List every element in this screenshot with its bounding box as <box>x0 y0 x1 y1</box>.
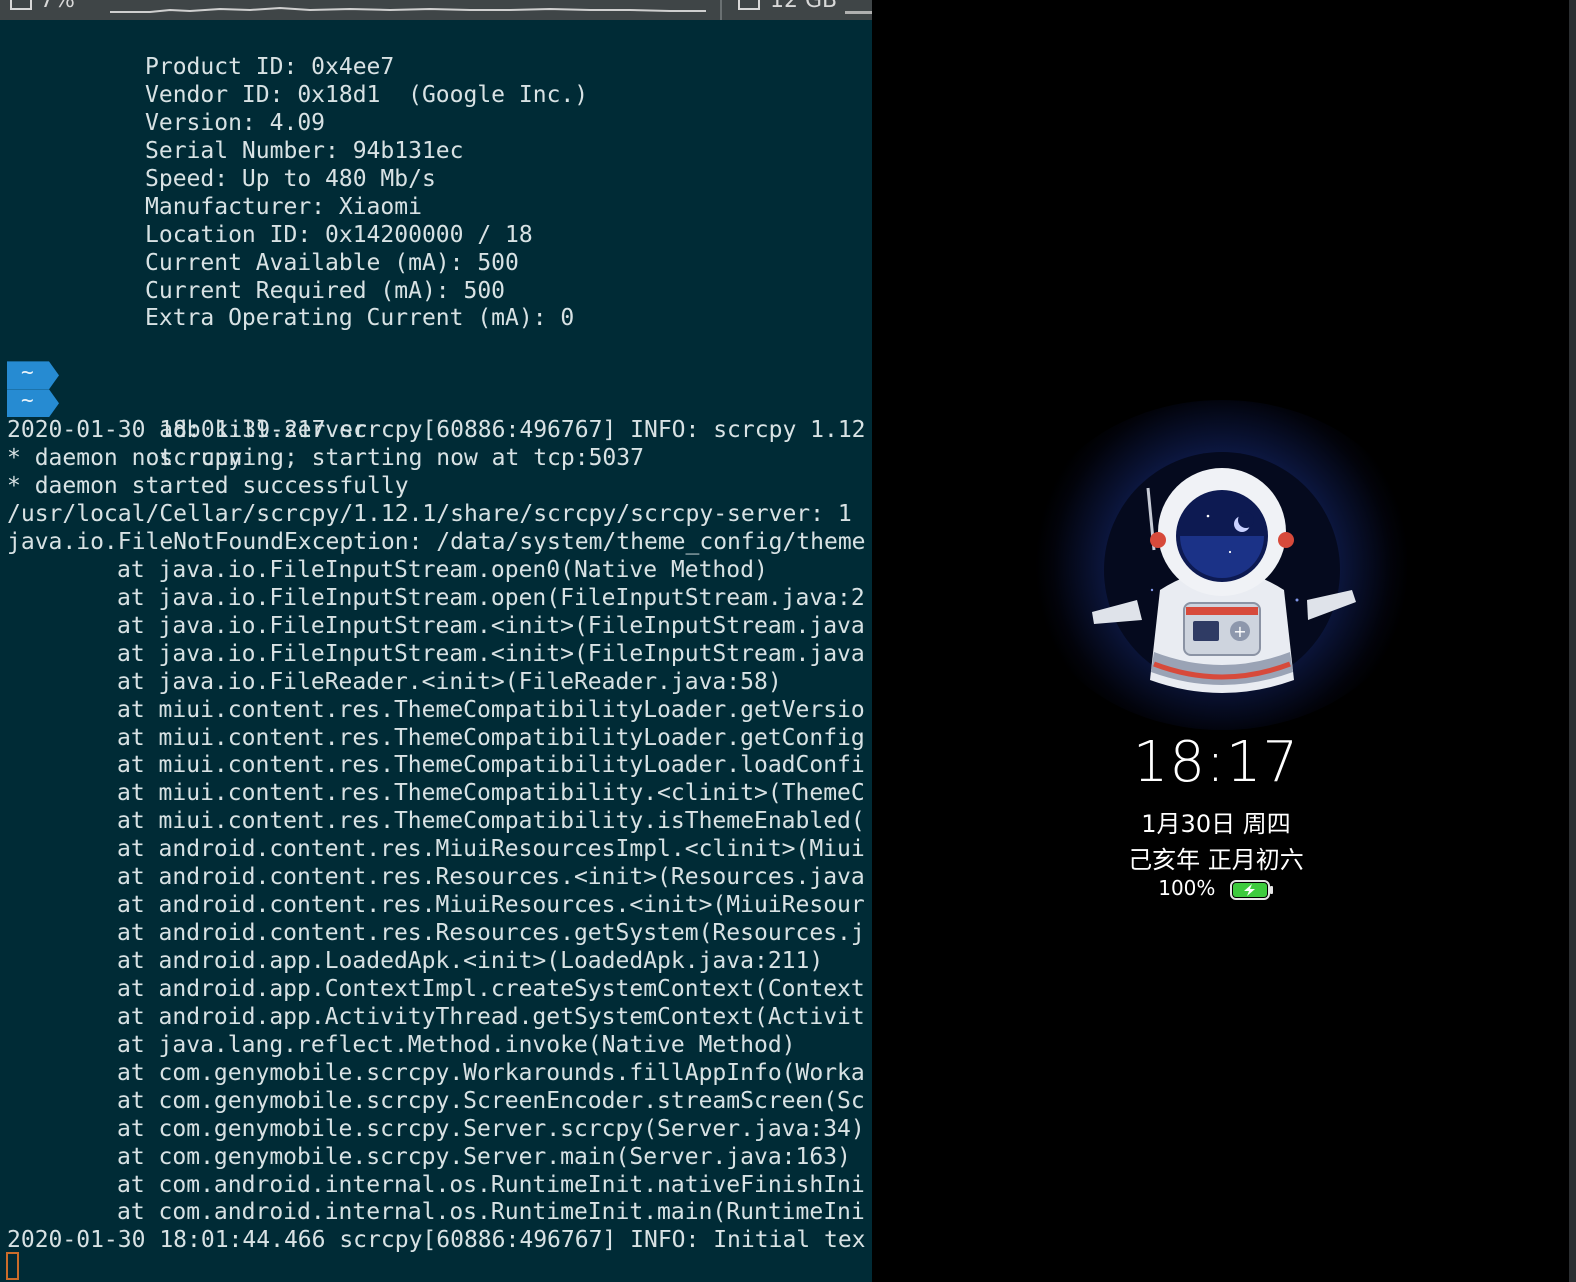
stack-trace-line: at miui.content.res.ThemeCompatibility.i… <box>117 808 865 835</box>
cpu-usage: 7% <box>40 0 75 13</box>
stack-trace-line: at android.app.ActivityThread.getSystemC… <box>117 1003 865 1030</box>
stack-trace-line: at android.content.res.Resources.<init>(… <box>117 864 865 891</box>
stack-trace-line: at com.genymobile.scrcpy.ScreenEncoder.s… <box>117 1087 865 1114</box>
system-status-bar: 7% 12 GB <box>0 0 872 20</box>
stack-trace-line: at java.io.FileInputStream.<init>(FileIn… <box>117 612 865 639</box>
stack-trace-line: at miui.content.res.ThemeCompatibilityLo… <box>117 752 865 779</box>
memory-usage: 12 GB <box>770 0 838 13</box>
memory-bar <box>845 11 872 14</box>
stack-trace-line: at com.genymobile.scrcpy.Workarounds.fil… <box>117 1059 865 1086</box>
stack-trace-line: at com.genymobile.scrcpy.Server.scrcpy(S… <box>117 1115 865 1142</box>
stack-trace-line: at android.content.res.Resources.getSyst… <box>117 920 865 947</box>
command-text: scrcpy <box>159 445 243 472</box>
log-line: 2020-01-30 18:01:44.466 scrcpy[60886:496… <box>7 1227 866 1254</box>
stack-trace-line: at java.io.FileInputStream.open0(Native … <box>117 556 768 583</box>
prompt-symbol: ~ <box>21 360 34 385</box>
stack-trace-line: at android.content.res.MiuiResources.<in… <box>117 892 865 919</box>
prompt-badge: ~ <box>7 388 59 418</box>
lockscreen-clock: 18:17 <box>1132 730 1300 795</box>
cpu-icon <box>10 0 32 10</box>
usb-info-line: Version: 4.09 <box>145 109 326 136</box>
command-line: ~ adb kill-server <box>7 360 866 443</box>
stack-trace-line: at miui.content.res.ThemeCompatibility.<… <box>117 780 865 807</box>
usb-info-line: Location ID: 0x14200000 / 18 <box>145 221 533 248</box>
command-line: ~ scrcpy <box>7 388 866 471</box>
terminal-window[interactable]: 7% 12 GB Product ID: 0x4ee7 Vendor ID: 0… <box>0 0 872 1282</box>
astronaut-wallpaper-icon: + <box>1092 452 1356 693</box>
stack-trace-line: at android.app.ContextImpl.createSystemC… <box>117 975 865 1002</box>
usb-info-line: Current Available (mA): 500 <box>145 249 519 276</box>
battery-charging-icon <box>1229 879 1273 900</box>
stack-trace-line: at miui.content.res.ThemeCompatibilityLo… <box>117 696 865 723</box>
terminal-output[interactable]: Product ID: 0x4ee7 Vendor ID: 0x18d1 (Go… <box>7 54 866 1255</box>
lockscreen-date: 1月30日 周四 <box>1141 810 1291 838</box>
prompt-badge: ~ <box>7 360 59 390</box>
usb-info-line: Current Required (mA): 500 <box>145 277 506 304</box>
usb-info-line: Serial Number: 94b131ec <box>145 137 464 164</box>
log-line: * daemon started successfully <box>7 473 409 500</box>
terminal-cursor <box>6 1252 19 1280</box>
svg-text:+: + <box>1233 622 1246 641</box>
memory-icon <box>738 0 760 10</box>
prompt-symbol: ~ <box>21 388 34 413</box>
log-line: /usr/local/Cellar/scrcpy/1.12.1/share/sc… <box>7 501 852 527</box>
window-edge <box>1569 0 1576 1282</box>
command-text: adb kill-server <box>159 417 367 444</box>
battery-percent: 100% <box>1158 876 1216 900</box>
stack-trace-line: at android.app.LoadedApk.<init>(LoadedAp… <box>117 948 824 974</box>
stack-trace-line: at com.android.internal.os.RuntimeInit.n… <box>117 1171 865 1198</box>
stack-trace-line: at java.lang.reflect.Method.invoke(Nativ… <box>117 1031 796 1058</box>
usb-info-line: Manufacturer: Xiaomi <box>145 193 422 220</box>
stack-trace-line: at android.content.res.MiuiResourcesImpl… <box>117 836 865 863</box>
phone-mirror-window[interactable]: + 18:17 1月30日 周四 己亥年 正月初六 100% <box>872 0 1576 1282</box>
log-line: java.io.FileNotFoundException: /data/sys… <box>7 528 866 555</box>
usb-info-line: Extra Operating Current (mA): 0 <box>145 305 575 332</box>
usb-info-line: Speed: Up to 480 Mb/s <box>145 165 436 192</box>
cpu-graph <box>110 6 706 13</box>
usb-info-line: Product ID: 0x4ee7 <box>145 54 395 80</box>
stack-trace-line: at java.io.FileInputStream.open(FileInpu… <box>117 584 865 611</box>
stack-trace-line: at java.io.FileReader.<init>(FileReader.… <box>117 668 782 695</box>
stack-trace-line: at com.genymobile.scrcpy.Server.main(Ser… <box>117 1143 851 1170</box>
stack-trace-line: at miui.content.res.ThemeCompatibilityLo… <box>117 724 865 751</box>
battery-status: 100% <box>872 876 1560 900</box>
lockscreen-lunar-date: 己亥年 正月初六 <box>1128 846 1304 874</box>
usb-info-line: Vendor ID: 0x18d1 (Google Inc.) <box>145 81 589 108</box>
stack-trace-line: at java.io.FileInputStream.<init>(FileIn… <box>117 640 865 667</box>
stack-trace-line: at com.android.internal.os.RuntimeInit.m… <box>117 1199 865 1226</box>
status-separator <box>720 0 722 20</box>
